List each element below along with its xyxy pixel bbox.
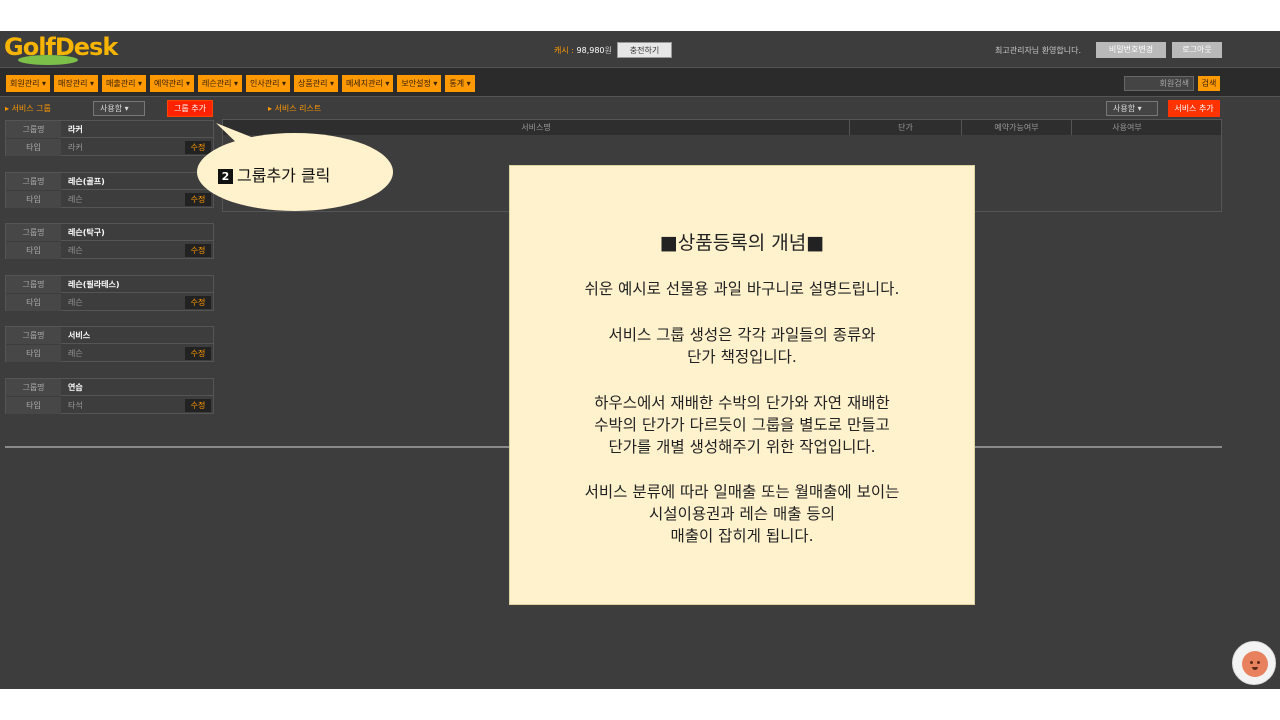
info-paragraph-2: 서비스 그룹 생성은 각각 과일들의 종류와 단가 책정입니다.	[608, 326, 876, 366]
chat-face-icon	[1242, 651, 1268, 677]
main-menu: 회원관리 ▾ 매장관리 ▾ 매출관리 ▾ 예약관리 ▾ 레슨관리 ▾ 인사관리 …	[6, 75, 475, 92]
callout-text: 2 그룹추가 클릭	[218, 162, 330, 186]
group-filter-select[interactable]: 사용함 ▾	[93, 101, 145, 116]
app-screen: GolfDesk 캐시 : 98,980원 충전하기 최고관리자님 환영합니다.…	[0, 31, 1280, 689]
group-type: 라커	[68, 143, 83, 152]
search-button[interactable]: 검색	[1198, 76, 1220, 91]
cash-balance: 캐시 : 98,980원	[554, 45, 612, 56]
cash-unit: 원	[604, 46, 612, 55]
menu-item-reservations[interactable]: 예약관리 ▾	[150, 75, 194, 92]
menu-item-members[interactable]: 회원관리 ▾	[6, 75, 50, 92]
group-type-label: 타입	[6, 139, 61, 156]
edit-group-button[interactable]: 수정	[185, 296, 211, 309]
group-name: 레슨(탁구)	[68, 228, 105, 237]
group-type: 레슨	[68, 195, 83, 204]
group-card: 그룹명 라커 타입 라커 수정	[5, 120, 214, 156]
service-list-title-text: 서비스 리스트	[274, 104, 322, 113]
group-type-label: 타입	[6, 242, 61, 259]
group-card: 그룹명 레슨(필라테스) 타입 레슨 수정	[5, 275, 214, 311]
add-group-button[interactable]: 그룹 추가	[167, 100, 213, 117]
menu-item-lessons[interactable]: 레슨관리 ▾	[198, 75, 242, 92]
menu-item-store[interactable]: 매장관리 ▾	[54, 75, 98, 92]
group-name-label: 그룹명	[6, 276, 61, 293]
top-bar: GolfDesk 캐시 : 98,980원 충전하기 최고관리자님 환영합니다.…	[0, 31, 1280, 67]
welcome-message: 최고관리자님 환영합니다.	[995, 46, 1082, 55]
group-card: 그룹명 레슨(탁구) 타입 레슨 수정	[5, 223, 214, 259]
edit-group-button[interactable]: 수정	[185, 244, 211, 257]
group-type: 레슨	[68, 298, 83, 307]
column-reservable: 예약가능여부	[961, 120, 1071, 135]
logo-text: GolfDesk	[4, 33, 118, 61]
group-name: 라커	[68, 125, 83, 134]
group-name: 레슨(골프)	[68, 177, 105, 186]
step-number-badge: 2	[218, 169, 233, 184]
menu-item-hr[interactable]: 인사관리 ▾	[246, 75, 290, 92]
menu-item-messages[interactable]: 메세지관리 ▾	[342, 75, 394, 92]
service-filter-value: 사용함	[1113, 104, 1136, 113]
menu-item-sales[interactable]: 매출관리 ▾	[102, 75, 146, 92]
group-type: 레슨	[68, 349, 83, 358]
logout-button[interactable]: 로그아웃	[1172, 42, 1222, 58]
group-name-label: 그룹명	[6, 173, 61, 190]
info-paragraph-4: 서비스 분류에 따라 일매출 또는 월매출에 보이는 시설이용권과 레슨 매출 …	[584, 483, 900, 545]
info-paragraph-1: 쉬운 예시로 선물용 과일 바구니로 설명드립니다.	[584, 280, 900, 298]
group-name-label: 그룹명	[6, 379, 61, 396]
group-name-label: 그룹명	[6, 327, 61, 344]
cash-amount: 98,980	[576, 46, 605, 55]
edit-group-button[interactable]: 수정	[185, 399, 211, 412]
info-title: ■상품등록의 개념■	[659, 232, 825, 254]
group-name: 연습	[68, 383, 83, 392]
add-service-button[interactable]: 서비스 추가	[1168, 100, 1220, 117]
group-type: 타석	[68, 401, 83, 410]
service-group-title: ▸ 서비스 그룹	[5, 104, 51, 113]
group-card: 그룹명 서비스 타입 레슨 수정	[5, 326, 214, 362]
group-type: 레슨	[68, 246, 83, 255]
group-card: 그룹명 연습 타입 타석 수정	[5, 378, 214, 414]
service-list-title: ▸ 서비스 리스트	[268, 104, 322, 113]
group-type-label: 타입	[6, 397, 61, 414]
menu-item-stats[interactable]: 통계 ▾	[445, 75, 475, 92]
main-menu-bar: 회원관리 ▾ 매장관리 ▾ 매출관리 ▾ 예약관리 ▾ 레슨관리 ▾ 인사관리 …	[0, 67, 1280, 97]
group-name: 레슨(필라테스)	[68, 280, 120, 289]
group-type-label: 타입	[6, 345, 61, 362]
service-group-header: ▸ 서비스 그룹 사용함 ▾ 그룹 추가	[5, 100, 255, 117]
column-unit-price: 단가	[849, 120, 961, 135]
column-in-use: 사용여부	[1071, 120, 1182, 135]
cash-label: 캐시 :	[554, 46, 577, 55]
service-filter-select[interactable]: 사용함 ▾	[1106, 101, 1158, 116]
group-type-label: 타입	[6, 294, 61, 311]
golfdesk-logo[interactable]: GolfDesk	[4, 33, 118, 65]
member-search-input[interactable]: 회원검색	[1124, 76, 1194, 91]
tutorial-callout: 2 그룹추가 클릭	[196, 120, 394, 212]
edit-group-button[interactable]: 수정	[185, 347, 211, 360]
service-group-title-text: 서비스 그룹	[11, 104, 51, 113]
group-name: 서비스	[68, 331, 91, 340]
menu-item-security[interactable]: 보안설정 ▾	[397, 75, 442, 92]
group-name-label: 그룹명	[6, 224, 61, 241]
change-password-button[interactable]: 비밀번호변경	[1096, 42, 1166, 58]
concept-info-panel: ■상품등록의 개념■ 쉬운 예시로 선물용 과일 바구니로 설명드립니다. 서비…	[509, 165, 975, 605]
info-paragraph-3: 하우스에서 재배한 수박의 단가와 자연 재배한 수박의 단가가 다르듯이 그룹…	[594, 394, 890, 456]
group-name-label: 그룹명	[6, 121, 61, 138]
chat-support-button[interactable]	[1232, 641, 1276, 685]
charge-button[interactable]: 충전하기	[617, 42, 672, 58]
group-card: 그룹명 레슨(골프) 타입 레슨 수정	[5, 172, 214, 208]
group-type-label: 타입	[6, 191, 61, 208]
group-filter-value: 사용함	[100, 104, 123, 113]
menu-item-products[interactable]: 상품관리 ▾	[294, 75, 338, 92]
callout-message: 그룹추가 클릭	[237, 166, 331, 185]
